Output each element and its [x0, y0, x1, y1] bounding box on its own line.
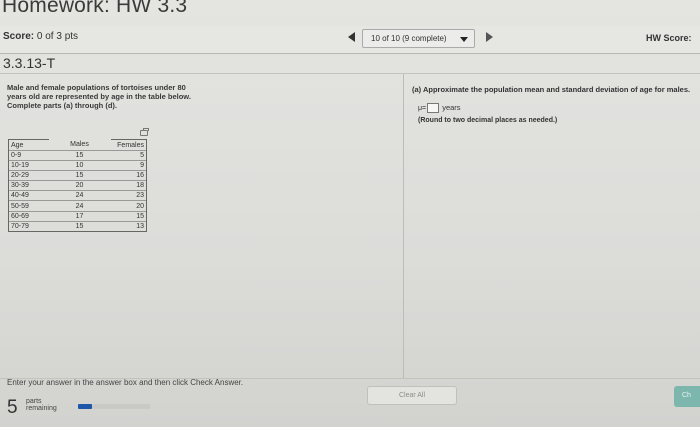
mean-answer-input[interactable]	[427, 103, 440, 114]
table-row: 70-79 15 13	[8, 220, 147, 232]
females-cell: 13	[110, 220, 147, 232]
parts-label-line-1: parts	[26, 398, 42, 405]
females-cell: 16	[110, 170, 147, 181]
males-cell: 15	[48, 220, 111, 232]
males-cell: 15	[48, 170, 111, 181]
copy-table-icon[interactable]	[140, 128, 149, 136]
mu-symbol: μ=	[418, 105, 427, 112]
progress-bar	[78, 404, 150, 409]
table-row: 20-29 15 16	[8, 170, 147, 181]
table-header-row: Age Males Females	[8, 139, 147, 151]
age-cell: 40-49	[8, 190, 49, 201]
table-row: 10-19 10 9	[8, 160, 147, 171]
question-navigator-label: 10 of 10 (9 complete)	[371, 34, 447, 43]
panel-divider	[403, 74, 404, 379]
question-navigator-dropdown[interactable]: 10 of 10 (9 complete)	[362, 29, 475, 48]
instruction-text: Enter your answer in the answer box and …	[7, 378, 244, 387]
mean-answer-line: μ= years	[418, 103, 461, 114]
progress-fill	[78, 404, 93, 409]
females-cell: 9	[110, 160, 147, 171]
table-row: 50-59 24 20	[8, 200, 147, 212]
males-cell: 20	[48, 180, 111, 191]
score-bar: Score: 0 of 3 pts 10 of 10 (9 complete) …	[0, 26, 700, 54]
score-value: 0 of 3 pts	[36, 31, 79, 42]
males-cell: 24	[48, 190, 111, 201]
score-display: Score: 0 of 3 pts	[3, 31, 78, 42]
previous-question-icon[interactable]	[348, 32, 355, 42]
question-id: 3.3.13-T	[3, 55, 56, 71]
next-question-icon[interactable]	[486, 32, 493, 42]
clear-all-button[interactable]: Clear All	[367, 386, 457, 405]
part-a-prompt: (a) Approximate the population mean and …	[412, 85, 691, 94]
table-row: 60-69 17 15	[8, 210, 147, 222]
females-cell: 23	[110, 190, 147, 201]
age-cell: 60-69	[8, 210, 49, 222]
rounding-note: (Round to two decimal places as needed.)	[418, 117, 558, 124]
parts-label-line-2: remaining	[26, 405, 57, 412]
check-answer-button[interactable]: Ch	[674, 386, 700, 407]
females-cell: 20	[110, 200, 147, 212]
parts-remaining-label: parts remaining	[26, 398, 57, 412]
males-cell: 17	[48, 210, 111, 222]
table-row: 0-9 15 5	[8, 149, 147, 161]
homework-page: Homework: HW 3.3 Score: 0 of 3 pts 10 of…	[0, 0, 700, 427]
age-cell: 0-9	[8, 149, 49, 161]
age-cell: 30-39	[8, 180, 49, 191]
problem-statement: Male and female populations of tortoises…	[7, 83, 191, 110]
age-cell: 50-59	[8, 200, 49, 212]
question-id-bar: 3.3.13-T	[0, 54, 700, 74]
table-row: 30-39 20 18	[8, 180, 147, 191]
tortoise-population-table: Age Males Females 0-9 15 5 10-19 10 9 20…	[8, 139, 147, 232]
parts-remaining-count: 5	[7, 397, 18, 418]
females-cell: 18	[110, 180, 147, 191]
females-cell: 15	[110, 210, 147, 222]
column-header-males: Males	[70, 141, 89, 149]
hw-score-label: HW Score:	[646, 33, 692, 43]
males-cell: 10	[48, 160, 111, 171]
age-cell: 70-79	[8, 220, 49, 232]
table-row: 40-49 24 23	[8, 190, 147, 201]
males-cell: 24	[48, 200, 111, 212]
females-cell: 5	[110, 149, 147, 161]
score-label: Score:	[3, 31, 35, 42]
homework-title: Homework: HW 3.3	[2, 0, 188, 17]
age-cell: 20-29	[8, 170, 49, 181]
unit-label: years	[442, 103, 461, 112]
column-header-females: Females	[110, 139, 147, 151]
males-cell: 15	[48, 149, 111, 161]
chevron-down-icon	[460, 37, 468, 42]
age-cell: 10-19	[8, 160, 49, 171]
column-header-age: Age	[8, 139, 49, 151]
